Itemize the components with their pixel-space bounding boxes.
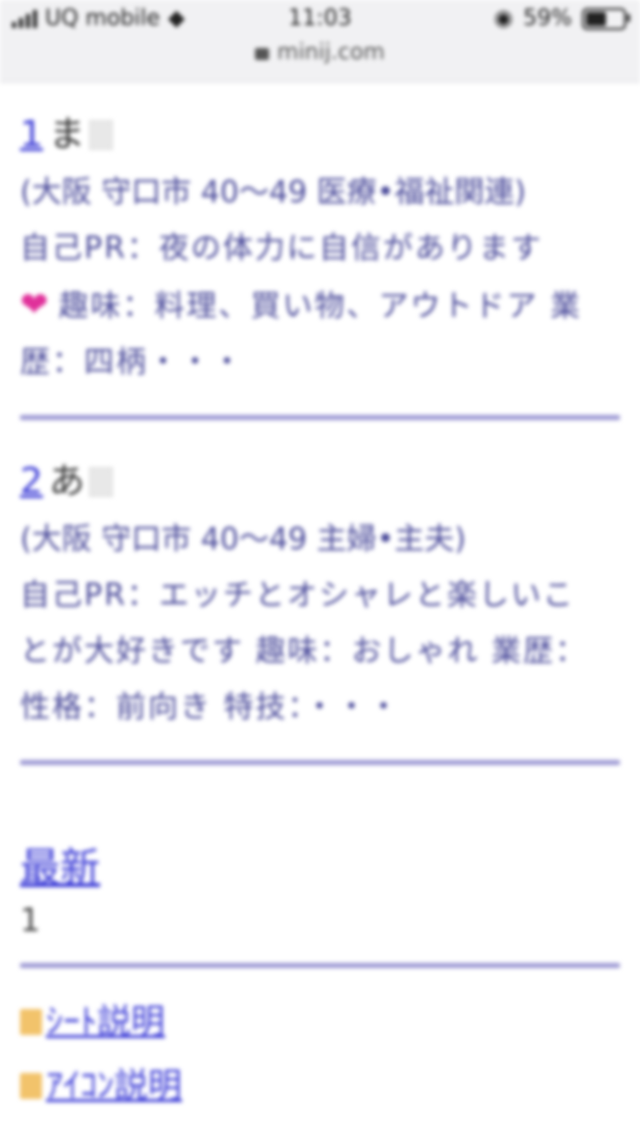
folder-icon [20,1009,42,1035]
entry-desc-line: 自己PR：夜の体力に自信があります [20,231,543,266]
newest-section: 最新 1 [20,835,620,968]
entry-name: ま [48,114,85,155]
entry-desc-line: 趣味：料理、買い物、アウトドア 業 [58,289,583,324]
sheet-help-link[interactable]: ｼｰﾄ説明 [46,990,165,1054]
url-text: minij.com [277,40,385,65]
entry-desc-line: とが大好きです 趣味：おしゃれ 業歴： [20,634,588,669]
entry-desc-line: 自己PR：エッチとオシャレと楽しいこ [20,578,575,613]
help-links: ｼｰﾄ説明 ｱｲｺﾝ説明 [20,990,620,1118]
list-item: 1 ま (大阪 守口市 40〜49 医療•福祉関連) 自己PR：夜の体力に自信が… [20,83,620,420]
folder-icon [20,1073,42,1099]
entry-meta: (大阪 守口市 40〜49 医療•福祉関連) [20,175,527,210]
profile-thumbnail[interactable] [88,120,113,150]
lock-icon [255,48,270,60]
entry-number-link[interactable]: 2 [20,460,43,504]
entry-desc-line: 歴：四柄・・・ [20,345,244,380]
list-item: 2 あ (大阪 守口市 40〜49 主婦•主夫) 自己PR：エッチとオシャレと楽… [20,430,620,765]
status-bar: UQ mobile ◆ 11:03 ◉ 59% minij.com [0,0,640,83]
entry-number-link[interactable]: 1 [20,113,43,157]
entry-desc-line: 性格：前向き 特技：・・・ [20,690,401,725]
address-bar[interactable]: minij.com [0,40,640,65]
battery-fill [586,11,607,26]
entry-name: あ [48,461,85,502]
screen: UQ mobile ◆ 11:03 ◉ 59% minij.com 1 ま (大… [0,0,640,1136]
battery-percent: 59% [523,6,572,31]
icon-help-link[interactable]: ｱｲｺﾝ説明 [46,1054,182,1118]
divider [20,760,620,765]
heart-icon: ❤ [20,285,51,325]
divider [20,415,620,420]
main-content: 1 ま (大阪 守口市 40〜49 医療•福祉関連) 自己PR：夜の体力に自信が… [0,83,640,1118]
battery-icon [582,7,630,30]
profile-thumbnail[interactable] [88,467,113,497]
result-count: 1 [20,901,41,939]
rotation-lock-icon: ◉ [493,6,514,31]
entry-meta: (大阪 守口市 40〜49 主婦•主夫) [20,522,467,557]
newest-link[interactable]: 最新 [20,845,100,891]
divider [20,963,620,968]
